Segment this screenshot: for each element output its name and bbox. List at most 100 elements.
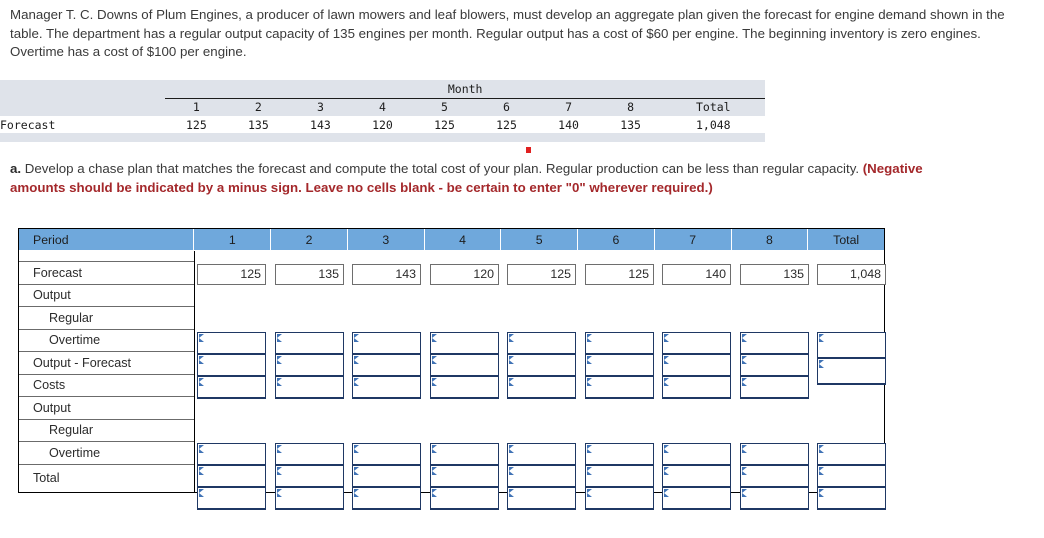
cell-marker-icon [354, 489, 359, 497]
cell-marker-icon [509, 378, 514, 386]
input-costs-regular-6[interactable] [585, 443, 654, 466]
input-output-regular-6[interactable] [585, 332, 654, 355]
row-label-output-minus-forecast: Output - Forecast [19, 352, 194, 375]
input-output-minus-forecast-6[interactable] [585, 376, 654, 399]
input-output-regular-2[interactable] [275, 332, 344, 355]
cell-marker-icon [742, 378, 747, 386]
input-costs-overtime-2[interactable] [275, 465, 344, 488]
input-costs-regular-5[interactable] [507, 443, 576, 466]
header-total: Total [808, 229, 885, 250]
month-forecast-8: 135 [620, 118, 641, 132]
input-output-overtime-6[interactable] [585, 354, 654, 377]
worksheet-row-labels: Forecast Output Regular Overtime Output … [19, 251, 195, 493]
row-label-costs-overtime: Overtime [19, 442, 194, 465]
month-forecast-table: Month 1 2 3 4 5 6 7 8 Total Forecast 125… [0, 80, 765, 134]
forecast-cell-5: 125 [507, 264, 576, 285]
month-forecast-total: 1,048 [695, 118, 731, 132]
input-costs-total-8[interactable] [740, 487, 809, 510]
input-costs-overtime-8[interactable] [740, 465, 809, 488]
month-forecast-3: 143 [310, 118, 331, 132]
input-output-regular-4[interactable] [430, 332, 499, 355]
input-output-overtime-4[interactable] [430, 354, 499, 377]
input-costs-regular-8[interactable] [740, 443, 809, 466]
worksheet-input-grid: 125 135 143 120 125 125 140 135 1,048 [195, 251, 886, 510]
cell-marker-icon [277, 489, 282, 497]
cell-marker-icon [742, 467, 747, 475]
month-group-label: Month [165, 80, 765, 99]
input-output-minus-forecast-7[interactable] [662, 376, 731, 399]
month-header-blank [0, 98, 165, 116]
input-output-regular-7[interactable] [662, 332, 731, 355]
header-period-6: 6 [578, 229, 655, 250]
cell-marker-icon [432, 334, 437, 342]
input-costs-overtime-total[interactable] [817, 465, 886, 488]
input-costs-overtime-1[interactable] [197, 465, 266, 488]
cell-marker-icon [587, 334, 592, 342]
worksheet-page: Manager T. C. Downs of Plum Engines, a p… [0, 0, 1044, 538]
input-costs-total-6[interactable] [585, 487, 654, 510]
input-output-minus-forecast-8[interactable] [740, 376, 809, 399]
input-costs-total-3[interactable] [352, 487, 421, 510]
input-costs-overtime-5[interactable] [507, 465, 576, 488]
input-costs-regular-7[interactable] [662, 443, 731, 466]
input-costs-overtime-6[interactable] [585, 465, 654, 488]
cell-marker-icon [664, 334, 669, 342]
month-forecast-5: 125 [434, 118, 455, 132]
input-costs-regular-total[interactable] [817, 443, 886, 466]
cell-marker-icon [277, 445, 282, 453]
input-output-regular-5[interactable] [507, 332, 576, 355]
input-costs-regular-1[interactable] [197, 443, 266, 466]
month-col-4: 4 [378, 100, 386, 115]
row-label-output-overtime: Overtime [19, 330, 194, 352]
cell-marker-icon [819, 445, 824, 453]
question-body: Develop a chase plan that matches the fo… [21, 161, 863, 176]
input-output-overtime-2[interactable] [275, 354, 344, 377]
cell-marker-icon [664, 489, 669, 497]
input-output-minus-forecast-4[interactable] [430, 376, 499, 399]
input-costs-overtime-3[interactable] [352, 465, 421, 488]
input-output-regular-1[interactable] [197, 332, 266, 355]
cell-marker-icon [199, 489, 204, 497]
cell-marker-icon [432, 445, 437, 453]
question-marker: a. [10, 161, 22, 176]
input-costs-regular-2[interactable] [275, 443, 344, 466]
input-costs-regular-4[interactable] [430, 443, 499, 466]
input-costs-total-7[interactable] [662, 487, 731, 510]
input-costs-total-5[interactable] [507, 487, 576, 510]
input-output-minus-forecast-1[interactable] [197, 376, 266, 399]
input-output-overtime-total[interactable] [817, 358, 886, 385]
input-output-minus-forecast-3[interactable] [352, 376, 421, 399]
cell-marker-icon [664, 467, 669, 475]
input-costs-overtime-7[interactable] [662, 465, 731, 488]
input-output-overtime-5[interactable] [507, 354, 576, 377]
month-forecast-label: Forecast [0, 118, 56, 132]
input-costs-total-1[interactable] [197, 487, 266, 510]
cell-marker-icon [432, 467, 437, 475]
cell-marker-icon [587, 378, 592, 386]
month-forecast-7: 140 [558, 118, 579, 132]
input-output-minus-forecast-2[interactable] [275, 376, 344, 399]
input-costs-overtime-4[interactable] [430, 465, 499, 488]
month-forecast-1: 125 [185, 118, 207, 132]
cell-marker-icon [664, 356, 669, 364]
month-col-2: 2 [254, 100, 262, 115]
header-period-7: 7 [654, 229, 732, 250]
cell-marker-icon [354, 334, 359, 342]
input-output-overtime-3[interactable] [352, 354, 421, 377]
input-output-minus-forecast-5[interactable] [507, 376, 576, 399]
input-costs-total-total[interactable] [817, 487, 886, 510]
cell-marker-icon [432, 378, 437, 386]
input-output-overtime-1[interactable] [197, 354, 266, 377]
input-output-regular-total[interactable] [817, 332, 886, 359]
input-costs-total-4[interactable] [430, 487, 499, 510]
month-table-bottom-band [0, 133, 765, 142]
cell-marker-icon [819, 489, 824, 497]
input-output-regular-3[interactable] [352, 332, 421, 355]
input-costs-total-2[interactable] [275, 487, 344, 510]
input-output-overtime-7[interactable] [662, 354, 731, 377]
cell-marker-icon [742, 489, 747, 497]
input-costs-regular-3[interactable] [352, 443, 421, 466]
input-output-overtime-8[interactable] [740, 354, 809, 377]
input-output-regular-8[interactable] [740, 332, 809, 355]
cell-marker-icon [432, 356, 437, 364]
